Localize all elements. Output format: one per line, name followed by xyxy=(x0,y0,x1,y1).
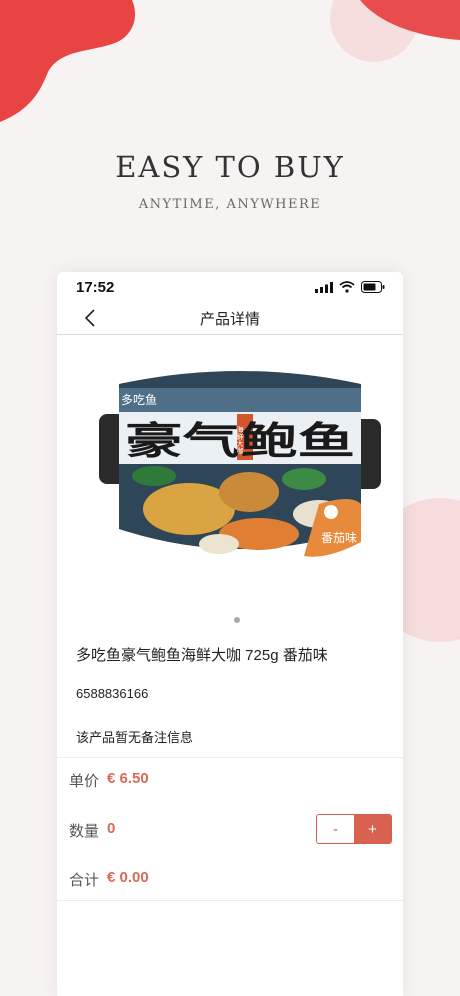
product-image-badge: 番茄味 xyxy=(321,531,357,545)
battery-icon xyxy=(361,281,385,293)
product-name: 多吃鱼豪气鲍鱼海鲜大咖 725g 番茄味 xyxy=(76,647,328,664)
status-bar: 17:52 xyxy=(57,272,403,302)
unit-price-label: 单价 xyxy=(69,773,100,790)
divider xyxy=(57,900,403,901)
top-right-pink-blob xyxy=(330,0,460,62)
nav-bar: 产品详情 xyxy=(57,302,403,335)
divider xyxy=(57,757,403,758)
product-image-side-tag: 海鲜大咖 xyxy=(236,425,244,455)
product-image: 多吃鱼 豪气鲍鱼 海鲜大咖 番茄味 xyxy=(99,371,381,557)
top-left-red-blob xyxy=(0,0,136,122)
headline: EASY TO BUY xyxy=(115,150,345,184)
product-image-brand: 多吃鱼 xyxy=(121,393,157,407)
unit-price-value: € 6.50 xyxy=(107,770,149,787)
decrease-button[interactable]: - xyxy=(317,815,354,843)
quantity-label: 数量 xyxy=(69,823,100,840)
status-time: 17:52 xyxy=(76,279,115,296)
total-value: € 0.00 xyxy=(107,869,149,886)
increase-button[interactable]: + xyxy=(354,815,391,843)
phone-screen: 17:52 产品详情 多吃鱼 豪气鲍鱼 海鲜大咖 番茄味 多吃鱼豪气鲍鱼海鲜大咖… xyxy=(57,272,403,996)
product-code: 6588836166 xyxy=(76,686,149,701)
page-title: 产品详情 xyxy=(199,311,260,328)
quantity-stepper[interactable]: - + xyxy=(316,814,392,844)
total-label: 合计 xyxy=(69,872,100,889)
quantity-value: 0 xyxy=(107,820,116,837)
product-note: 该产品暂无备注信息 xyxy=(76,730,194,745)
carousel-dot[interactable] xyxy=(234,617,240,623)
subline: ANYTIME, ANYWHERE xyxy=(138,197,322,212)
wifi-icon xyxy=(339,281,355,293)
signal-icon xyxy=(315,281,333,293)
status-icons xyxy=(315,281,385,293)
